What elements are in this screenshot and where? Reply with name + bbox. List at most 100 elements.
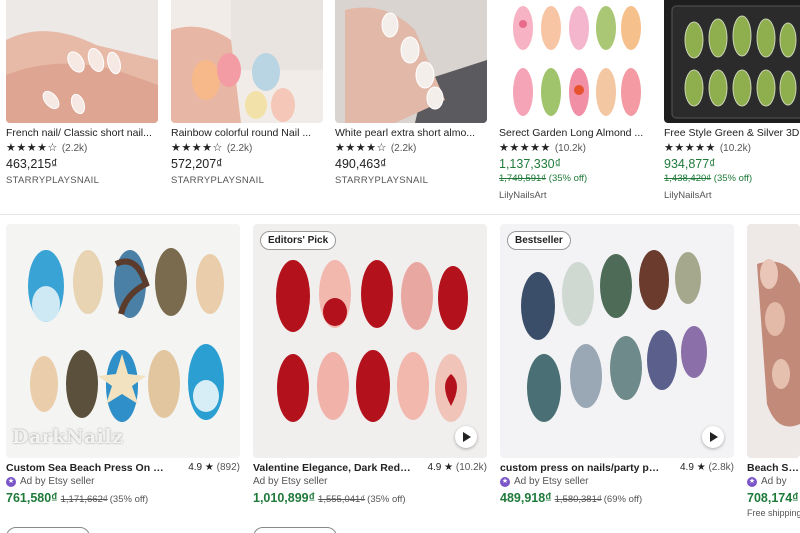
listing-title[interactable]: Rainbow colorful round Nail ... [171,127,323,139]
discount-label: (35% off) [548,173,588,184]
star-icon: ★★★★★ [499,142,551,154]
original-price-value: 1,438,420₫ [664,173,712,184]
original-price: 1,171,662₫ [60,494,108,505]
star-icon: ★ [204,462,214,473]
rating-count: (10.2k) [719,142,751,154]
discount-label: (69% off) [603,494,643,505]
listing-image[interactable] [747,224,800,458]
original-price: 1,438,420₫ (35% off) [664,173,752,184]
editors-pick-badge: Editors' Pick [260,231,337,250]
rating: 4.9 ★ (892) [188,462,240,473]
listing-price-block: 489,918₫ 1,580,381₫ (69% off) [500,491,642,505]
rating-stars: ★★★★★ (10.2k) [499,142,586,154]
listing-price: 761,580₫ [6,491,58,505]
shipping-label: Free shipping [747,508,800,518]
listing-price-block: 1,010,899₫ 1,555,041₫ (35% off) [253,491,406,505]
listing-card-partial[interactable]: Beach Summ ★ Ad by 708,174₫ Free shipping [747,224,800,518]
shop-name[interactable]: LilyNailsArt [664,190,712,201]
listing-image[interactable] [664,0,800,123]
ad-label: ★ Ad by Etsy seller [6,476,94,487]
listing-image[interactable]: DarkNailz [6,224,240,458]
rating-stars: ★★★★☆ (2.2k) [171,142,252,154]
listing-image[interactable] [499,0,651,123]
listing-price: 1,010,899₫ [253,491,316,505]
discount-label: (35% off) [367,494,406,505]
listing-image[interactable] [171,0,323,123]
listing-price: 490,463₫ [335,157,387,171]
discount-label: (35% off) [713,173,753,184]
rating-stars: ★★★★☆ (2.2k) [6,142,87,154]
star-icon: ★ [696,462,706,473]
listing-price: 489,918₫ [500,491,552,505]
rating: 4.9 ★ (10.2k) [427,462,487,473]
star-icon: ★★★★★ [664,142,716,154]
recently-viewed-row: French nail/ Classic short nail... ★★★★☆… [0,0,800,210]
original-price: 1,749,591₫ (35% off) [499,173,587,184]
rating-count: (892) [216,462,240,473]
bestseller-badge: Bestseller [507,231,571,250]
ad-label: ★ Ad by Etsy seller [500,476,588,487]
rating-count: (2.8k) [708,462,734,473]
more-like-this-button[interactable] [253,527,337,533]
rating-count: (10.2k) [455,462,487,473]
rating-count: (2.2k) [61,142,88,154]
rating-value: 4.9 [680,462,694,473]
listing-price-block: 761,580₫ 1,171,662₫ (35% off) [6,491,148,505]
listing-image[interactable] [6,0,158,123]
listing-card[interactable]: Rainbow colorful round Nail ... ★★★★☆ (2.… [171,0,323,186]
original-price: 1,555,041₫ [318,494,366,505]
listing-price: 1,137,330₫ [499,157,562,171]
shop-name[interactable]: STARRYPLAYSNAIL [6,175,99,186]
play-icon[interactable] [702,426,724,448]
listing-card[interactable]: Bestseller custom press on nails/party p… [500,224,734,505]
ad-icon: ★ [6,476,16,487]
star-icon: ★★★★☆ [6,142,58,154]
rating-count: (2.2k) [226,142,253,154]
original-price: 1,580,381₫ [554,494,602,505]
rating-value: 4.9 [427,462,442,473]
section-divider [0,214,800,215]
listing-image[interactable]: Bestseller [500,224,734,458]
more-like-this-button[interactable] [6,527,90,533]
listing-price: 463,215₫ [6,157,58,171]
star-icon: ★★★★☆ [171,142,223,154]
listing-image[interactable] [335,0,487,123]
listing-card[interactable]: French nail/ Classic short nail... ★★★★☆… [6,0,158,186]
rating-count: (10.2k) [554,142,586,154]
listing-title[interactable]: Serect Garden Long Almond ... [499,127,651,139]
listing-title[interactable]: Custom Sea Beach Press On Nail... [6,462,166,474]
ad-icon: ★ [747,476,757,487]
play-icon[interactable] [455,426,477,448]
listing-title[interactable]: Valentine Elegance, Dark Red Pr... [253,462,413,474]
listing-title[interactable]: Free Style Green & Silver 3D... [664,127,800,139]
ad-text: Ad by Etsy seller [514,476,589,487]
listing-price: 934,877₫ [664,157,716,171]
shop-name[interactable]: LilyNailsArt [499,190,547,201]
listing-image[interactable]: Editors' Pick [253,224,487,458]
listing-card[interactable]: DarkNailz Custom Sea Beach Press On Nail… [6,224,240,505]
shop-name[interactable]: STARRYPLAYSNAIL [171,175,264,186]
listing-card[interactable]: Free Style Green & Silver 3D... ★★★★★ (10… [664,0,800,201]
listing-card[interactable]: Editors' Pick Valentine Elegance, Dark R… [253,224,487,505]
ad-icon: ★ [500,476,510,487]
listing-title[interactable]: French nail/ Classic short nail... [6,127,158,139]
ad-text: Ad by [761,476,787,487]
discount-label: (35% off) [109,494,149,505]
listing-price: 708,174₫ [747,491,799,505]
shop-name[interactable]: STARRYPLAYSNAIL [335,175,428,186]
listing-card[interactable]: White pearl extra short almo... ★★★★☆ (2.… [335,0,487,186]
listing-title[interactable]: White pearl extra short almo... [335,127,487,139]
listing-title[interactable]: Beach Summ [747,462,800,474]
rating-stars: ★★★★★ (10.2k) [664,142,751,154]
rating-stars: ★★★★☆ (2.2k) [335,142,416,154]
ad-label: ★ Ad by [747,476,787,487]
listing-title[interactable]: custom press on nails/party pres... [500,462,660,474]
ad-label: Ad by Etsy seller [253,476,327,487]
listing-price: 572,207₫ [171,157,223,171]
rating: 4.9 ★ (2.8k) [680,462,734,473]
listing-card[interactable]: Serect Garden Long Almond ... ★★★★★ (10.2… [499,0,651,201]
star-icon: ★★★★☆ [335,142,387,154]
ad-text: Ad by Etsy seller [20,476,95,487]
shop-watermark: DarkNailz [12,426,124,448]
star-icon: ★ [444,462,454,473]
